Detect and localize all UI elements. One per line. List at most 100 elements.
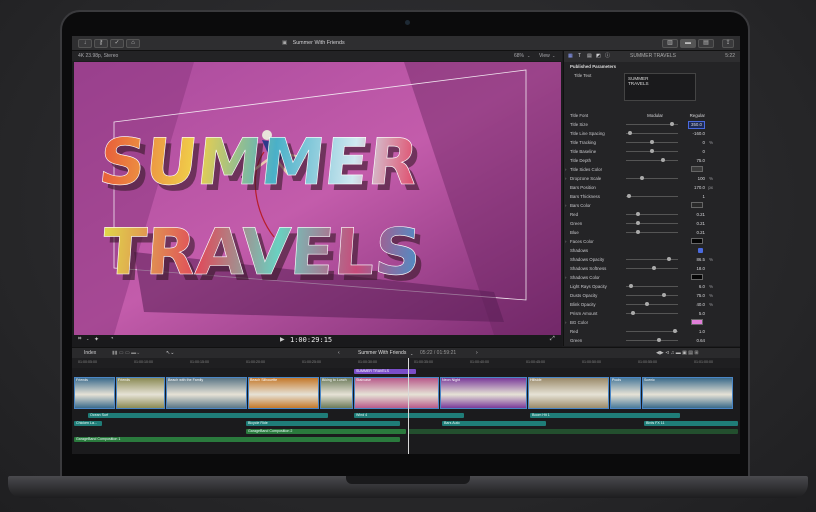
layout-inspector-icon[interactable]: ▤ [698,39,714,48]
video-clip[interactable]: Biking to Lunch [320,377,353,409]
audio-clip[interactable]: Bicycle Ride [246,421,400,426]
parameter-value[interactable]: Modular [647,111,663,120]
zoom-menu[interactable]: 68% [514,51,524,61]
parameter-slider[interactable] [626,140,678,144]
audio-clip[interactable]: Boom Hit 1 [530,413,680,418]
video-clip[interactable]: Pools [610,377,641,409]
parameter-value[interactable]: 100 [698,174,705,183]
import-icon[interactable]: ↓ [78,39,92,48]
fullscreen-icon[interactable]: ⤢ [550,336,555,343]
disclosure-triangle-icon[interactable]: › [565,165,566,174]
parameter-slider[interactable] [626,212,678,216]
video-clip[interactable]: Friends [116,377,165,409]
parameter-value[interactable]: 0.21 [696,219,705,228]
disclosure-triangle-icon[interactable]: › [565,201,566,210]
slider-knob[interactable] [626,194,631,198]
parameter-slider[interactable] [626,194,678,198]
layout-timeline-icon[interactable]: ▬ [680,39,696,48]
title-line-2[interactable]: TRAVELS [100,216,424,291]
slider-knob[interactable] [673,329,678,333]
share-icon[interactable]: ⇪ [722,39,734,48]
video-clip[interactable]: Friends [74,377,115,409]
parameter-value[interactable]: 86.5 [696,255,705,264]
speed-icon[interactable]: ◔ [110,336,114,342]
parameter-slider[interactable] [626,176,678,180]
parameter-slider[interactable] [626,329,678,333]
color-swatch[interactable] [691,202,703,208]
parameter-value[interactable]: 18.0 [696,264,705,273]
disclosure-triangle-icon[interactable]: › [565,273,566,282]
timeline-ruler[interactable]: 01:00:05:00 01:00:10:00 01:00:15:00 01:00:2… [72,358,740,368]
slider-knob[interactable] [652,266,657,270]
slider-knob[interactable] [640,176,645,180]
parameter-slider[interactable] [626,257,678,261]
parameter-value[interactable]: 0.64 [696,336,705,345]
slider-knob[interactable] [636,230,641,234]
slider-knob[interactable] [628,284,633,288]
checkbox[interactable] [698,248,703,253]
color-swatch[interactable] [691,166,703,172]
enhance-icon[interactable]: ✦ [94,336,99,343]
color-swatch[interactable] [691,319,703,325]
audio-clip[interactable]: Ocean Surf [88,413,328,418]
parameter-slider[interactable] [626,122,678,126]
viewer-canvas[interactable]: SUMMER SUMMER TRAVELS TRAVELS [74,62,561,335]
info-icon[interactable]: ⓘ [605,51,610,62]
text-inspector-icon[interactable]: ▤ [587,51,592,62]
parameter-value[interactable]: 0 [703,147,705,156]
filter-inspector-icon[interactable]: ◩ [596,51,601,62]
parameter-slider[interactable] [626,149,678,153]
video-clip[interactable]: Staircase [354,377,439,409]
video-clip[interactable]: Beach Silhouette [248,377,319,409]
title-clip[interactable]: SUMMER TRAVELS [354,369,416,374]
slider-knob[interactable] [660,158,665,162]
parameter-slider[interactable] [626,338,678,342]
slider-knob[interactable] [650,149,654,153]
parameter-value[interactable]: 0.21 [696,210,705,219]
disclosure-triangle-icon[interactable]: › [565,318,566,327]
background-tasks-icon[interactable]: ✓ [110,39,124,48]
parameter-slider[interactable] [626,266,678,270]
audio-clip[interactable]: Bars Auto [442,421,546,426]
parameter-value[interactable]: 40.0 [696,300,705,309]
parameter-value[interactable]: 75.0 [696,291,705,300]
audio-clip[interactable]: Wind 4 [354,413,464,418]
video-clip[interactable]: Neon Night [440,377,527,409]
title-line-1[interactable]: SUMMER [95,125,422,200]
timecode-display[interactable]: 1:00:29:15 [290,336,332,344]
slider-knob[interactable] [667,257,672,261]
timeline-tracks[interactable]: SUMMER TRAVELS Friends Friends Beach with … [72,368,740,454]
parameter-slider[interactable] [626,293,678,297]
video-clip[interactable]: Scenic [642,377,733,409]
slider-knob[interactable] [662,293,666,297]
audio-clip[interactable]: GarageBand Composition 1 [74,437,400,442]
view-menu[interactable]: View [539,51,550,61]
disclosure-triangle-icon[interactable]: › [565,174,566,183]
share-bubble-icon[interactable]: ⌂ [126,39,140,48]
parameter-value[interactable]: 350.0 [688,121,705,129]
video-clip[interactable]: Beach with the Family [166,377,247,409]
color-swatch[interactable] [691,238,703,244]
font-style-menu[interactable]: Regular [690,111,705,120]
parameter-value[interactable]: 0 [703,138,705,147]
audio-clip[interactable]: GarageBand Composition 2 [246,429,406,434]
parameter-value[interactable]: 6.0 [699,282,705,291]
color-swatch[interactable] [691,274,703,280]
slider-knob[interactable] [656,338,661,342]
audio-lane[interactable] [408,429,738,434]
parameter-slider[interactable] [626,158,678,162]
title-text-field[interactable]: SUMMER TRAVELS [624,73,696,101]
parameter-value[interactable]: 75.0 [696,156,705,165]
keywords-icon[interactable]: ⚷ [94,39,108,48]
slider-knob[interactable] [645,302,650,306]
parameter-slider[interactable] [626,230,678,234]
slider-knob[interactable] [636,221,641,225]
parameter-slider[interactable] [626,284,678,288]
layout-browser-icon[interactable]: ▥ [662,39,678,48]
slider-knob[interactable] [650,140,654,144]
parameter-value[interactable]: 170.0 [694,183,705,192]
parameter-value[interactable]: 0.21 [696,228,705,237]
audio-clip[interactable]: Birds FX 11 [644,421,738,426]
parameter-slider[interactable] [626,221,678,225]
disclosure-triangle-icon[interactable]: › [565,237,566,246]
